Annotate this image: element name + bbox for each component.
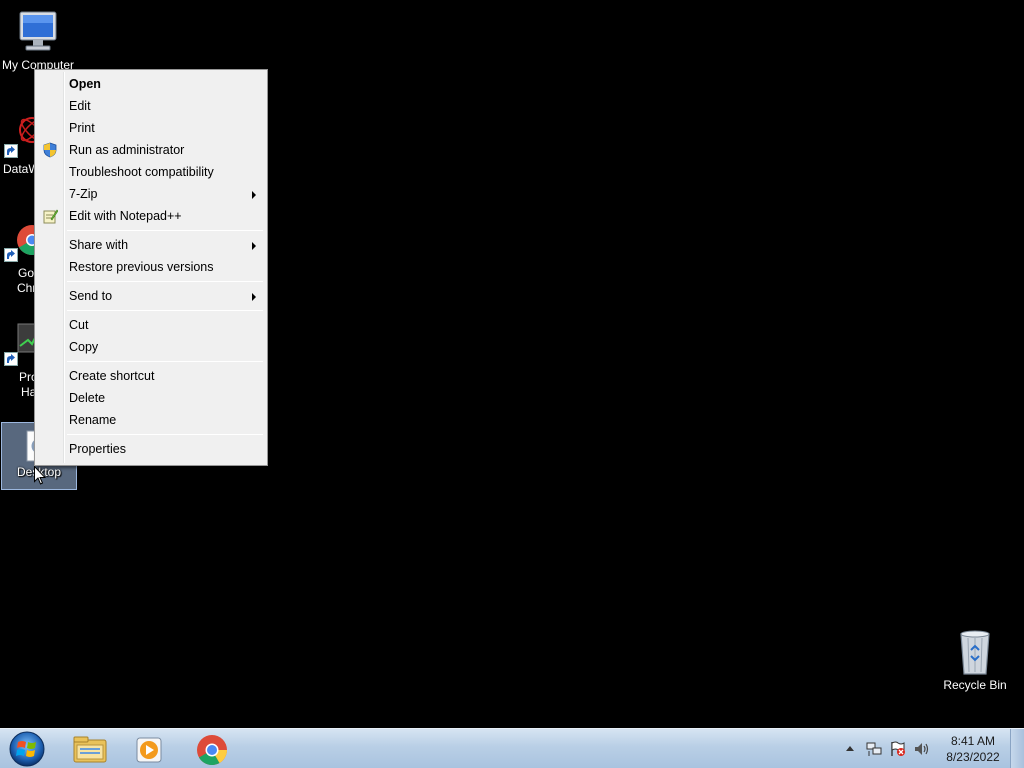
submenu-arrow-icon: [252, 191, 256, 199]
chrome-icon[interactable]: [184, 731, 240, 767]
shortcut-arrow-icon: [4, 352, 18, 366]
notepadpp-icon: [42, 208, 59, 224]
menu-item-label: Copy: [69, 340, 99, 354]
menu-item-7zip[interactable]: 7-Zip: [37, 183, 265, 205]
desktop-icon-recycle-bin[interactable]: Recycle Bin: [937, 628, 1013, 693]
start-button[interactable]: [5, 730, 49, 768]
menu-item-label: Restore previous versions: [69, 260, 214, 274]
menu-item-create-shortcut[interactable]: Create shortcut: [37, 365, 265, 387]
menu-item-edit[interactable]: Edit: [37, 95, 265, 117]
volume-icon[interactable]: [914, 741, 930, 757]
system-clock[interactable]: 8:41 AM 8/23/2022: [940, 733, 1006, 765]
menu-item-share-with[interactable]: Share with: [37, 234, 265, 256]
computer-icon: [14, 8, 62, 56]
menu-item-cut[interactable]: Cut: [37, 314, 265, 336]
menu-item-label: 7-Zip: [69, 187, 98, 201]
media-player-icon[interactable]: [122, 731, 178, 767]
submenu-arrow-icon: [252, 242, 256, 250]
menu-separator: [67, 281, 263, 282]
menu-item-open[interactable]: Open: [37, 73, 265, 95]
action-center-flag-icon[interactable]: [890, 741, 906, 757]
menu-item-label: Edit with Notepad++: [69, 209, 182, 223]
menu-separator: [67, 434, 263, 435]
uac-shield-icon: [42, 142, 58, 158]
menu-item-troubleshoot-compatibility[interactable]: Troubleshoot compatibility: [37, 161, 265, 183]
menu-item-edit-with-notepadpp[interactable]: Edit with Notepad++: [37, 205, 265, 227]
menu-item-label: Edit: [69, 99, 91, 113]
menu-item-label: Rename: [69, 413, 117, 427]
menu-item-label: Open: [69, 77, 101, 91]
menu-item-label: Properties: [69, 442, 126, 456]
menu-item-label: Print: [69, 121, 95, 135]
submenu-arrow-icon: [252, 293, 256, 301]
recycle-bin-label: Recycle Bin: [943, 678, 1007, 692]
mouse-cursor-icon: [34, 465, 47, 490]
menu-item-print[interactable]: Print: [37, 117, 265, 139]
menu-item-label: Troubleshoot compatibility: [69, 165, 214, 179]
menu-item-rename[interactable]: Rename: [37, 409, 265, 431]
shortcut-arrow-icon: [4, 144, 18, 158]
menu-item-label: Create shortcut: [69, 369, 155, 383]
taskbar: 8:41 AM 8/23/2022: [0, 728, 1024, 768]
menu-item-label: Run as administrator: [69, 143, 185, 157]
clock-date: 8/23/2022: [946, 750, 1000, 764]
menu-item-copy[interactable]: Copy: [37, 336, 265, 358]
menu-item-restore-previous-versions[interactable]: Restore previous versions: [37, 256, 265, 278]
network-icon[interactable]: [866, 741, 882, 757]
menu-separator: [67, 310, 263, 311]
show-desktop-button[interactable]: [1010, 729, 1024, 768]
menu-item-properties[interactable]: Properties: [37, 438, 265, 460]
menu-item-run-as-administrator[interactable]: Run as administrator: [37, 139, 265, 161]
clock-time: 8:41 AM: [950, 734, 996, 748]
context-menu: Open Edit Print Run as administrator Tro…: [34, 69, 268, 466]
menu-item-label: Cut: [69, 318, 89, 332]
menu-item-delete[interactable]: Delete: [37, 387, 265, 409]
show-hidden-icons-icon[interactable]: [846, 746, 854, 751]
shortcut-arrow-icon: [4, 248, 18, 262]
recycle-bin-icon: [951, 628, 999, 676]
menu-separator: [67, 361, 263, 362]
menu-item-label: Share with: [69, 238, 129, 252]
menu-item-label: Send to: [69, 289, 113, 303]
windows-explorer-icon[interactable]: [62, 731, 118, 767]
desktop-icon-my-computer[interactable]: My Computer: [0, 8, 76, 73]
menu-separator: [67, 230, 263, 231]
menu-item-send-to[interactable]: Send to: [37, 285, 265, 307]
menu-item-label: Delete: [69, 391, 106, 405]
